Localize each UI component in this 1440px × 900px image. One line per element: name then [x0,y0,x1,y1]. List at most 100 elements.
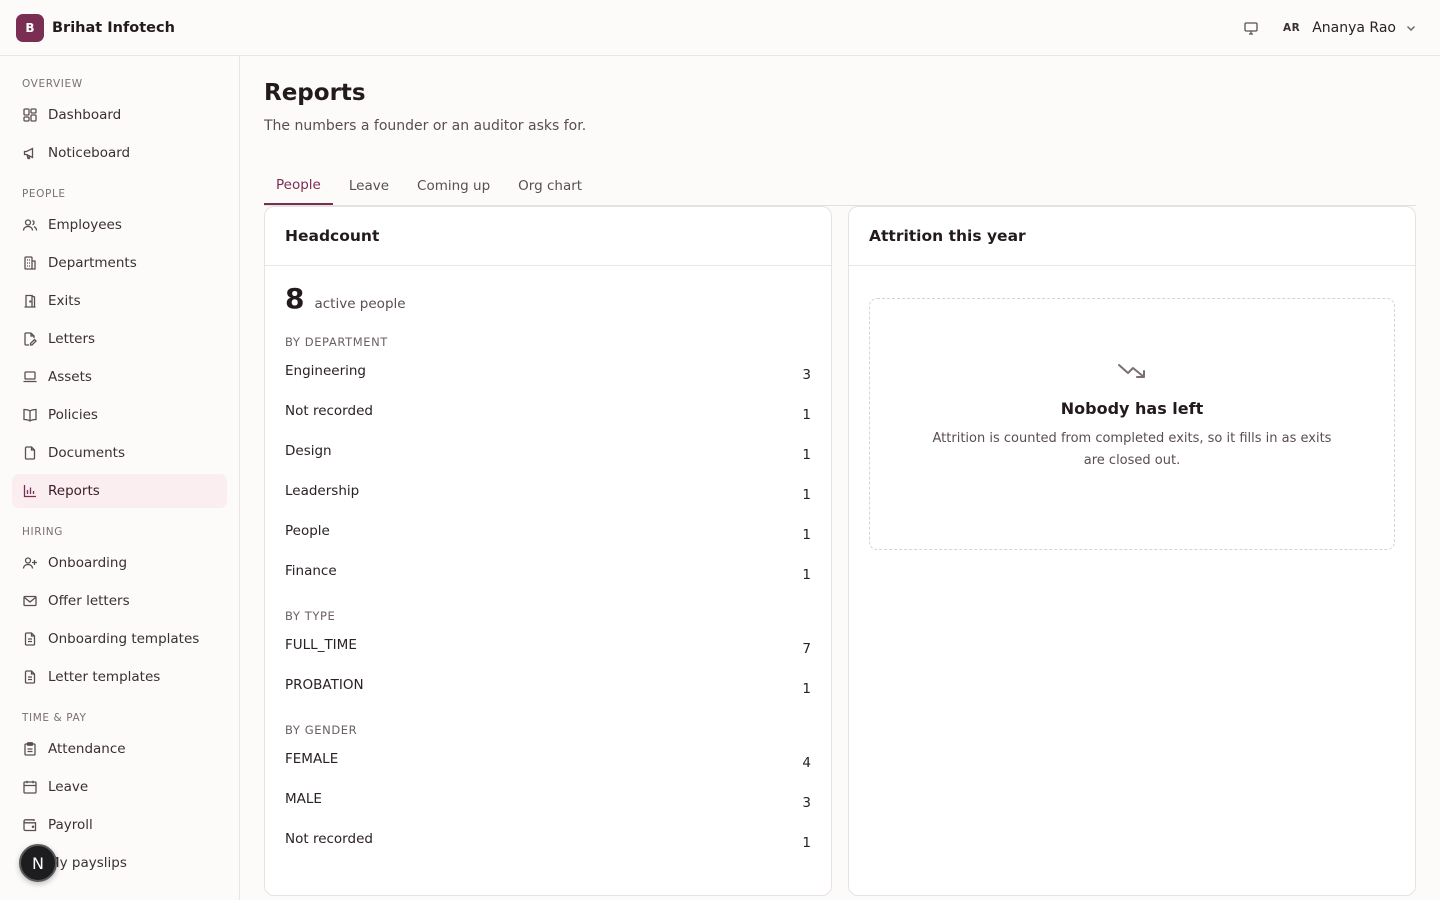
sidebar-item-label: Dashboard [48,107,122,123]
headcount-number: 8 [285,282,305,315]
section-label-hiring: HIRING [22,526,63,538]
brand-name[interactable]: Brihat Infotech [52,20,175,36]
section-label-time-pay: TIME & PAY [22,712,87,724]
row-count: 1 [802,527,811,543]
list-item: Not recorded 1 [285,819,811,859]
list-item: People 1 [285,511,811,551]
megaphone-icon [22,145,38,161]
brand-logo[interactable]: B [16,13,44,42]
sidebar-item-label: Reports [48,483,100,499]
sidebar-item-label: Exits [48,293,81,309]
list-item: FULL_TIME 7 [285,625,811,665]
user-plus-icon [22,555,38,571]
sidebar-item-departments[interactable]: Departments [12,246,227,280]
row-count: 1 [802,407,811,423]
sidebar-item-dashboard[interactable]: Dashboard [12,98,227,132]
section-label-people: PEOPLE [22,188,66,200]
monitor-icon[interactable] [1243,20,1259,36]
page-title: Reports [264,80,366,106]
list-item: Finance 1 [285,551,811,591]
sidebar-item-label: Payroll [48,817,93,833]
sidebar-item-employees[interactable]: Employees [12,208,227,242]
sidebar-item-leave[interactable]: Leave [12,770,227,804]
chevron-down-icon[interactable] [1404,21,1418,35]
row-label: Not recorded [285,403,373,419]
headcount-body: 8 active people BY DEPARTMENT Engineerin… [265,266,831,875]
file-edit-icon [22,331,38,347]
list-item: PROBATION 1 [285,665,811,705]
sidebar-item-label: Noticeboard [48,145,131,161]
user-avatar[interactable]: AR [1283,22,1300,34]
headcount-card: Headcount 8 active people BY DEPARTMENT … [264,206,832,896]
sidebar-item-documents[interactable]: Documents [12,436,227,470]
users-icon [22,217,38,233]
sidebar-item-offer-letters[interactable]: Offer letters [12,584,227,618]
bar-chart-icon [22,483,38,499]
headcount-label: active people [314,296,406,312]
empty-state-text: Attrition is counted from completed exit… [932,431,1332,468]
sidebar-item-policies[interactable]: Policies [12,398,227,432]
sidebar-item-letters[interactable]: Letters [12,322,227,356]
file-text-icon [22,669,38,685]
sidebar-item-label: Documents [48,445,125,461]
main-content: Reports The numbers a founder or an audi… [240,56,1440,900]
sidebar-item-onboarding-templates[interactable]: Onboarding templates [12,622,227,656]
sidebar-item-label: Onboarding [48,555,128,571]
sidebar-item-assets[interactable]: Assets [12,360,227,394]
tab-coming-up[interactable]: Coming up [405,166,502,205]
sidebar-item-label: Letter templates [48,669,161,685]
row-label: FULL_TIME [285,637,357,653]
row-count: 3 [802,795,811,811]
group-label-gender: BY GENDER [285,723,358,737]
row-count: 1 [802,487,811,503]
door-icon [22,293,38,309]
department-list: Engineering 3 Not recorded 1 Design 1 Leade… [285,351,811,591]
building-icon [22,255,38,271]
tab-people[interactable]: People [264,166,333,205]
sidebar-item-label: Policies [48,407,98,423]
file-text-icon [22,631,38,647]
calendar-icon [22,779,38,795]
section-label-overview: OVERVIEW [22,78,83,90]
sidebar-item-attendance[interactable]: Attendance [12,732,227,766]
sidebar-item-payroll[interactable]: Payroll [12,808,227,842]
sidebar-item-letter-templates[interactable]: Letter templates [12,660,227,694]
list-item: Not recorded 1 [285,391,811,431]
row-label: Design [285,443,332,459]
row-count: 1 [802,835,811,851]
user-name[interactable]: Ananya Rao [1312,20,1396,36]
laptop-icon [22,369,38,385]
sidebar-item-onboarding[interactable]: Onboarding [12,546,227,580]
row-label: Not recorded [285,831,373,847]
sidebar-item-noticeboard[interactable]: Noticeboard [12,136,227,170]
row-count: 3 [802,367,811,383]
sidebar-item-label: Onboarding templates [48,631,200,647]
report-cards: Headcount 8 active people BY DEPARTMENT … [264,206,1416,896]
wallet-icon [22,817,38,833]
type-list: FULL_TIME 7 PROBATION 1 [285,625,811,705]
card-title: Headcount [265,207,831,266]
row-count: 1 [802,681,811,697]
sidebar-item-label: Letters [48,331,96,347]
group-label-type: BY TYPE [285,609,336,623]
list-item: Leadership 1 [285,471,811,511]
mail-icon [22,593,38,609]
list-item: FEMALE 4 [285,739,811,779]
trending-down-icon [1115,359,1149,381]
floating-action-button[interactable]: N [19,844,57,882]
headcount-total: 8 active people [285,282,811,315]
card-title: Attrition this year [849,207,1415,266]
topbar-right: AR Ananya Rao [1243,20,1424,36]
tab-org-chart[interactable]: Org chart [506,166,594,205]
row-label: Leadership [285,483,360,499]
top-bar: B Brihat Infotech AR Ananya Rao [0,0,1440,56]
row-count: 1 [802,447,811,463]
tab-leave[interactable]: Leave [337,166,401,205]
sidebar-item-label: Departments [48,255,137,271]
clipboard-icon [22,741,38,757]
row-count: 7 [802,641,811,657]
row-label: Finance [285,563,337,579]
sidebar-item-exits[interactable]: Exits [12,284,227,318]
sidebar-item-reports[interactable]: Reports [12,474,227,508]
sidebar-item-label: My payslips [48,855,127,871]
